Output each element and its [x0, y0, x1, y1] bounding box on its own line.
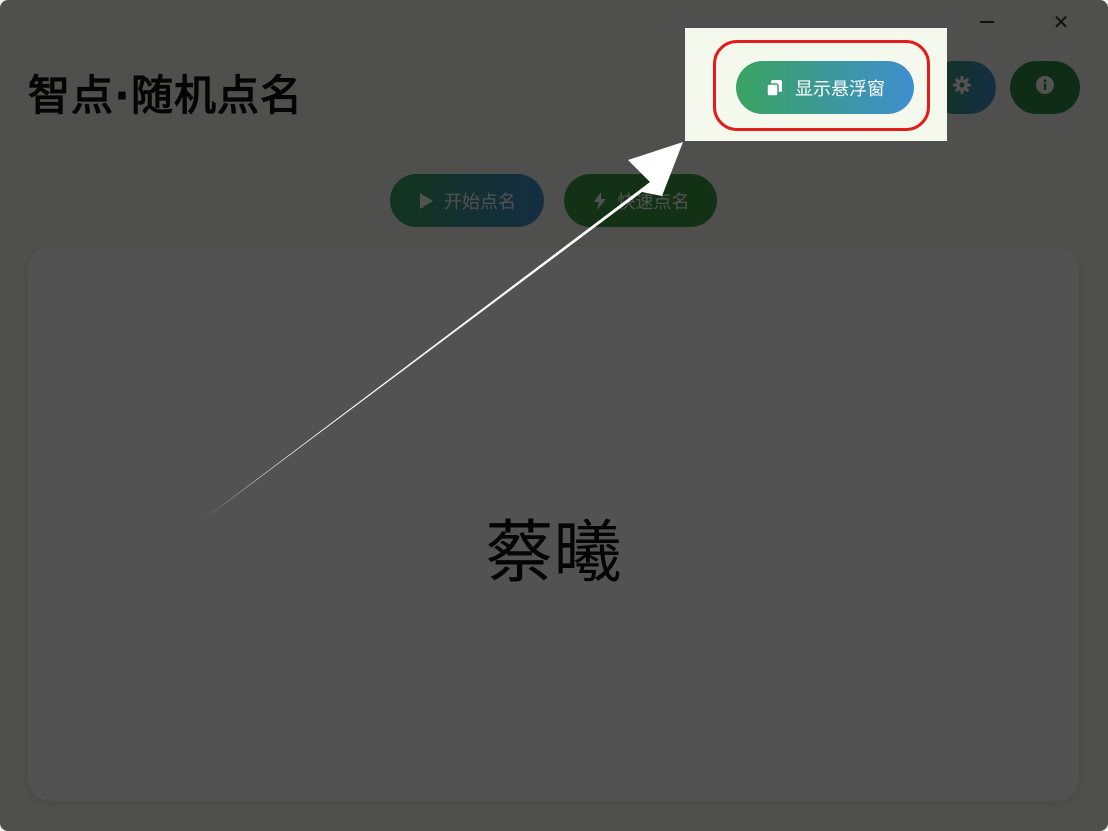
app-window: ✕ 智点·随机点名 显示悬浮窗 — [0, 0, 1108, 831]
pointer-arrow — [203, 142, 683, 520]
